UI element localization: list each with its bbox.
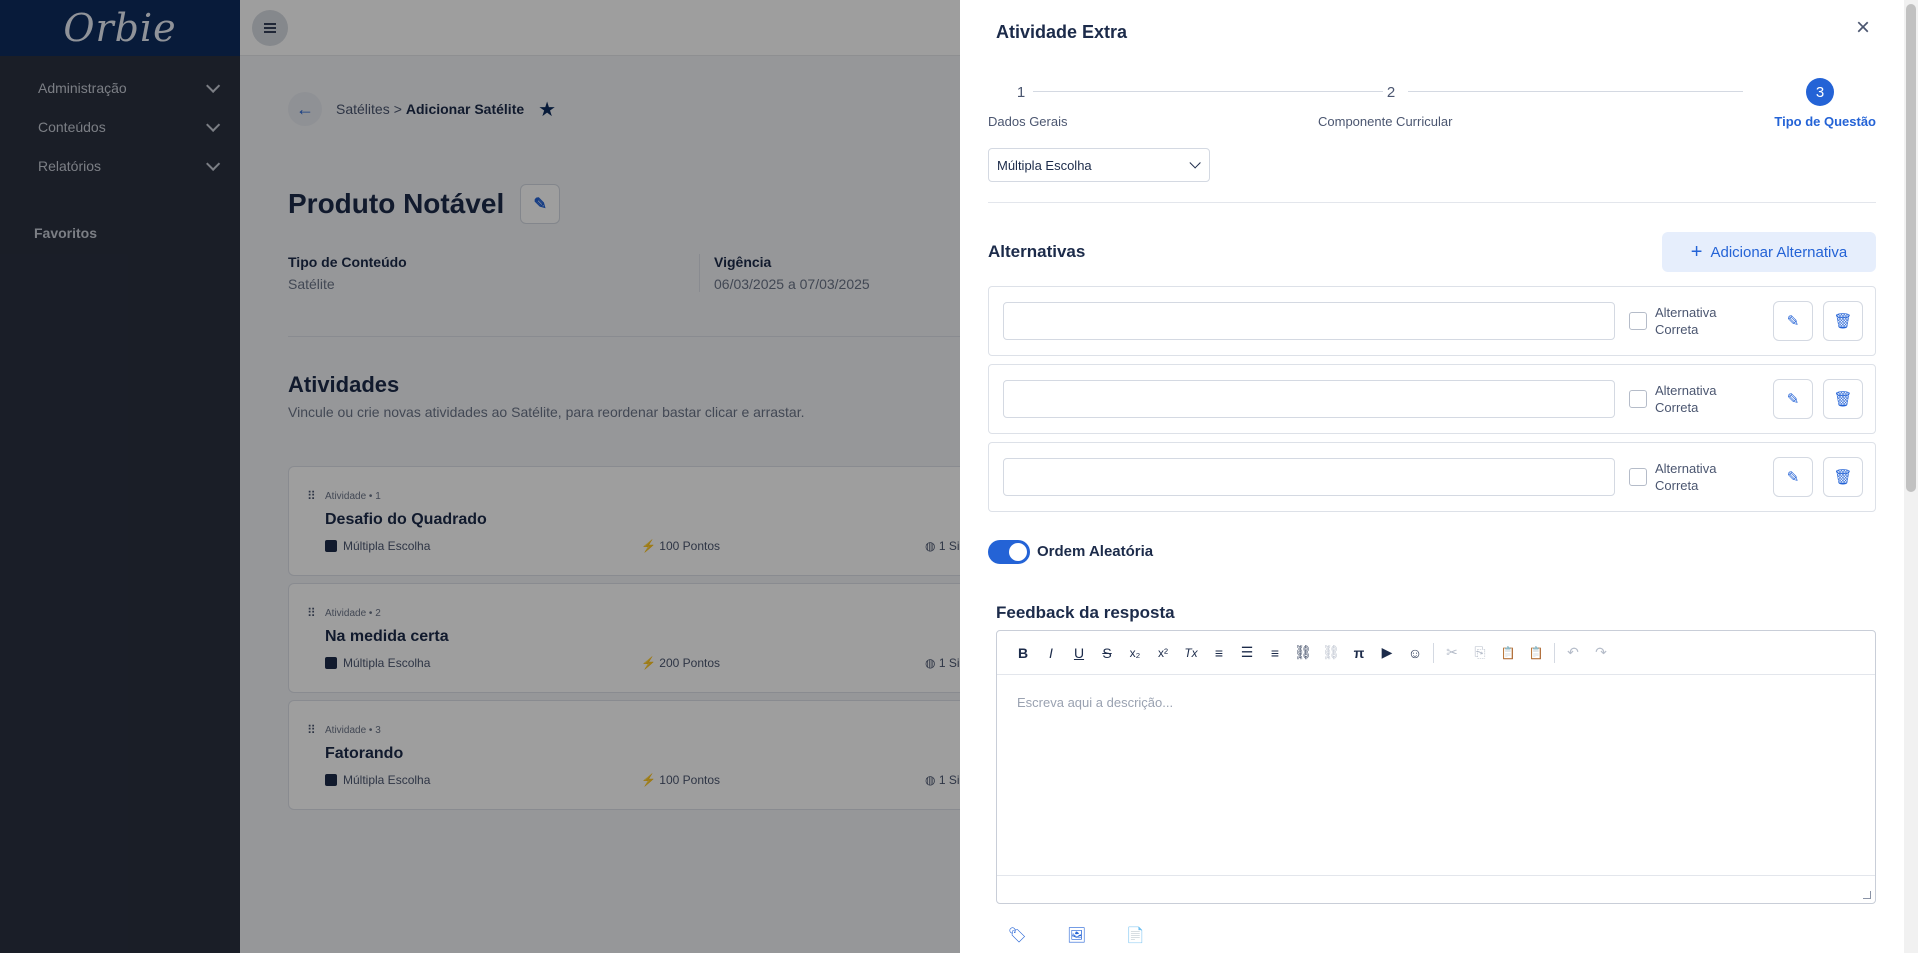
alternative-input[interactable] — [1003, 458, 1615, 496]
clear-format-icon[interactable]: Tx — [1177, 639, 1205, 667]
add-alternative-label: Adicionar Alternativa — [1710, 243, 1848, 261]
edit-alternative-button[interactable]: ✎ — [1773, 457, 1813, 497]
editor-statusbar — [997, 875, 1875, 903]
stepper: 1 Dados Gerais 2 Componente Curricular 3… — [988, 78, 1876, 138]
question-type-select[interactable]: Múltipla Escolha — [988, 148, 1210, 182]
edit-alternative-button[interactable]: ✎ — [1773, 301, 1813, 341]
trash-icon: 🗑 — [1833, 469, 1853, 486]
question-type-value: Múltipla Escolha — [997, 157, 1092, 173]
copy-icon[interactable]: ⎘ — [1466, 639, 1494, 667]
feedback-editor[interactable]: B I U S x₂ x² Tx ≡ ☰ ≡ ⛓ ⛓ π ▶ ☺ ✂ ⎘ 📋 📋… — [996, 630, 1876, 904]
toolbar-separator — [1433, 642, 1434, 663]
trash-icon: 🗑 — [1833, 391, 1853, 408]
correct-alternative-checkbox[interactable] — [1629, 390, 1647, 408]
alternative-input[interactable] — [1003, 302, 1615, 340]
undo-icon[interactable]: ↶ — [1559, 639, 1587, 667]
step-connector — [1408, 91, 1743, 92]
step-number-2[interactable]: 2 — [1377, 78, 1405, 106]
add-alternative-button[interactable]: + Adicionar Alternativa — [1662, 232, 1876, 272]
trash-icon: 🗑 — [1833, 313, 1853, 330]
bullet-list-icon[interactable]: ☰ — [1233, 639, 1261, 667]
pencil-icon: ✎ — [1786, 313, 1800, 330]
cut-icon[interactable]: ✂ — [1438, 639, 1466, 667]
step-label-1: Dados Gerais — [988, 114, 1068, 129]
correct-alternative-label: Alternativa Correta — [1655, 305, 1717, 337]
divider — [988, 202, 1876, 203]
underline-icon[interactable]: U — [1065, 639, 1093, 667]
step-connector — [1033, 91, 1383, 92]
step-number-3[interactable]: 3 — [1806, 78, 1834, 106]
scrollbar-thumb[interactable] — [1906, 4, 1916, 492]
align-icon[interactable]: ≡ — [1261, 639, 1289, 667]
edit-alternative-button[interactable]: ✎ — [1773, 379, 1813, 419]
attachment-actions: 🏷 🖼 📄 — [1008, 926, 1145, 944]
paste-text-icon[interactable]: 📋 — [1522, 639, 1550, 667]
delete-alternative-button[interactable]: 🗑 — [1823, 301, 1863, 341]
chevron-down-icon — [1189, 157, 1201, 169]
plus-icon: + — [1690, 241, 1703, 263]
paste-icon[interactable]: 📋 — [1494, 639, 1522, 667]
activity-drawer: Atividade Extra × 1 Dados Gerais 2 Compo… — [960, 0, 1920, 953]
redo-icon[interactable]: ↷ — [1587, 639, 1615, 667]
toolbar-separator — [1554, 642, 1555, 663]
pencil-icon: ✎ — [1786, 391, 1800, 408]
numbered-list-icon[interactable]: ≡ — [1205, 639, 1233, 667]
unlink-icon[interactable]: ⛓ — [1317, 639, 1345, 667]
alternative-row: Alternativa Correta ✎ 🗑 — [988, 364, 1876, 434]
drawer-scrollbar[interactable] — [1904, 0, 1918, 953]
editor-placeholder[interactable]: Escreva aqui a descrição... — [1017, 695, 1173, 710]
alternative-row: Alternativa Correta ✎ 🗑 — [988, 286, 1876, 356]
formula-icon[interactable]: π — [1345, 639, 1373, 667]
random-order-label: Ordem Aleatória — [1037, 543, 1154, 560]
toggle-knob — [1009, 543, 1027, 561]
image-icon[interactable]: 🖼 — [1067, 926, 1086, 944]
subscript-icon[interactable]: x₂ — [1121, 639, 1149, 667]
editor-toolbar: B I U S x₂ x² Tx ≡ ☰ ≡ ⛓ ⛓ π ▶ ☺ ✂ ⎘ 📋 📋… — [997, 631, 1875, 675]
italic-icon[interactable]: I — [1037, 639, 1065, 667]
correct-alternative-label: Alternativa Correta — [1655, 383, 1717, 415]
superscript-icon[interactable]: x² — [1149, 639, 1177, 667]
alternatives-title: Alternativas — [988, 242, 1086, 261]
delete-alternative-button[interactable]: 🗑 — [1823, 457, 1863, 497]
step-label-2: Componente Curricular — [1318, 114, 1453, 129]
correct-alternative-checkbox[interactable] — [1629, 468, 1647, 486]
correct-alternative-checkbox[interactable] — [1629, 312, 1647, 330]
resize-handle-icon[interactable] — [1863, 891, 1871, 899]
correct-alternative-label: Alternativa Correta — [1655, 461, 1717, 493]
pencil-icon: ✎ — [1786, 469, 1800, 486]
drawer-title: Atividade Extra — [996, 22, 1128, 42]
tag-icon[interactable]: 🏷 — [1008, 926, 1027, 944]
link-icon[interactable]: ⛓ — [1289, 639, 1317, 667]
modal-backdrop[interactable] — [0, 0, 960, 953]
strikethrough-icon[interactable]: S — [1093, 639, 1121, 667]
alternative-row: Alternativa Correta ✎ 🗑 — [988, 442, 1876, 512]
close-icon[interactable]: × — [1856, 16, 1870, 40]
video-icon[interactable]: ▶ — [1373, 639, 1401, 667]
feedback-title: Feedback da resposta — [996, 603, 1175, 622]
step-label-3: Tipo de Questão — [1774, 114, 1876, 129]
random-order-toggle[interactable] — [988, 540, 1030, 564]
step-number-1[interactable]: 1 — [1007, 78, 1035, 106]
delete-alternative-button[interactable]: 🗑 — [1823, 379, 1863, 419]
alternative-input[interactable] — [1003, 380, 1615, 418]
bold-icon[interactable]: B — [1009, 639, 1037, 667]
emoji-icon[interactable]: ☺ — [1401, 639, 1429, 667]
file-icon[interactable]: 📄 — [1126, 926, 1145, 944]
